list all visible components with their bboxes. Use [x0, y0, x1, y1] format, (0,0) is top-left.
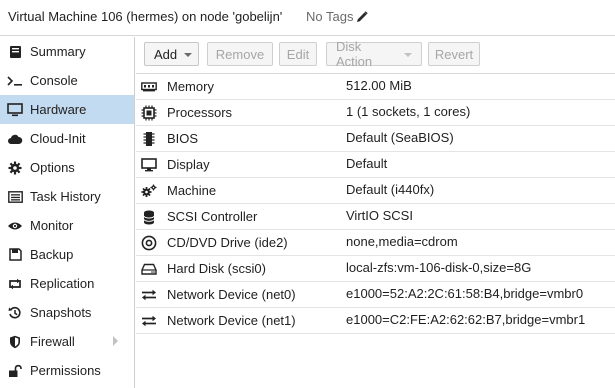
edit-button-label: Edit [286, 46, 310, 62]
table-row[interactable]: Machine Default (i440fx) [136, 178, 615, 204]
tags-label: No Tags [306, 9, 354, 24]
cloud-icon [6, 131, 24, 147]
unlock-icon [6, 363, 24, 379]
sidebar-item-options[interactable]: Options [0, 153, 134, 182]
table-row[interactable]: Processors 1 (1 sockets, 1 cores) [136, 100, 615, 126]
hardware-value: Default (i440fx) [346, 182, 435, 197]
sidebar-item-label: Snapshots [30, 305, 92, 320]
pencil-icon[interactable] [356, 10, 369, 23]
sidebar-item-replication[interactable]: Replication [0, 269, 134, 298]
hardware-value: 1 (1 sockets, 1 cores) [346, 104, 471, 119]
edit-button[interactable]: Edit [279, 42, 317, 66]
book-icon [6, 44, 24, 60]
sidebar-item-permissions[interactable]: Permissions [0, 356, 134, 385]
history-icon [6, 305, 24, 321]
sidebar-item-task-history[interactable]: Task History [0, 182, 134, 211]
table-row[interactable]: Hard Disk (scsi0) local-zfs:vm-106-disk-… [136, 256, 615, 282]
retweet-icon [6, 276, 24, 292]
exchange-icon [140, 312, 158, 330]
hardware-value: e1000=C2:FE:A2:62:62:B7,bridge=vmbr1 [346, 312, 586, 327]
hardware-name: Display [167, 157, 210, 172]
table-row[interactable]: Display Default [136, 152, 615, 178]
add-button-label: Add [154, 46, 178, 62]
page-title: Virtual Machine 106 (hermes) on node 'go… [8, 9, 283, 24]
exchange-icon [140, 286, 158, 304]
cdrom-icon [140, 234, 158, 252]
sidebar-item-label: Monitor [30, 218, 74, 233]
sidebar-item-label: Console [30, 73, 78, 88]
disk-action-button-label: Disk Action [336, 39, 373, 69]
hardware-name: SCSI Controller [167, 209, 258, 224]
table-row[interactable]: SCSI Controller VirtIO SCSI [136, 204, 615, 230]
sidebar-item-console[interactable]: Console [0, 66, 134, 95]
remove-button[interactable]: Remove [207, 42, 273, 66]
revert-button-label: Revert [434, 46, 474, 62]
hardware-value: local-zfs:vm-106-disk-0,size=8G [346, 260, 532, 275]
hdd-icon [140, 260, 158, 278]
hardware-name: Network Device (net1) [167, 313, 296, 328]
table-row[interactable]: BIOS Default (SeaBIOS) [136, 126, 615, 152]
hardware-value: Default (SeaBIOS) [346, 130, 454, 145]
eye-icon [6, 218, 24, 234]
cogs-icon [140, 182, 158, 200]
hardware-name: Machine [167, 183, 217, 198]
microchip-icon [140, 130, 158, 148]
hardware-value: VirtIO SCSI [346, 208, 413, 223]
sidebar-item-label: Task History [30, 189, 101, 204]
hardware-table: Memory 512.00 MiB Processors 1 (1 socket… [136, 74, 615, 334]
shield-icon [6, 334, 24, 350]
sidebar-item-summary[interactable]: Summary [0, 37, 134, 66]
table-row[interactable]: Network Device (net1) e1000=C2:FE:A2:62:… [136, 308, 615, 334]
sidebar-item-firewall[interactable]: Firewall [0, 327, 134, 356]
hardware-name: Network Device (net0) [167, 287, 296, 302]
floppy-icon [6, 247, 24, 263]
chevron-down-icon [184, 53, 193, 57]
terminal-icon [6, 73, 24, 89]
hardware-name: Processors [167, 105, 233, 120]
sidebar-item-label: Permissions [30, 363, 101, 378]
monitor-icon [6, 102, 24, 118]
disk-action-button[interactable]: Disk Action [326, 39, 422, 69]
sidebar-item-hardware[interactable]: Hardware [0, 95, 134, 124]
list-icon [6, 189, 24, 205]
hardware-value: e1000=52:A2:2C:61:58:B4,bridge=vmbr0 [346, 286, 584, 301]
memory-icon [140, 78, 158, 96]
sidebar-item-backup[interactable]: Backup [0, 240, 134, 269]
sidebar-item-label: Replication [30, 276, 95, 291]
sidebar-item-cloud-init[interactable]: Cloud-Init [0, 124, 134, 153]
hardware-name: Hard Disk (scsi0) [167, 261, 266, 276]
sidebar-item-label: Cloud-Init [30, 131, 86, 146]
hardware-value: 512.00 MiB [346, 78, 412, 93]
sidebar-item-monitor[interactable]: Monitor [0, 211, 134, 240]
title-bar: Virtual Machine 106 (hermes) on node 'go… [0, 0, 615, 36]
database-icon [140, 208, 158, 226]
desktop-icon [140, 156, 158, 174]
hardware-name: CD/DVD Drive (ide2) [167, 235, 288, 250]
hardware-name: Memory [167, 79, 214, 94]
toolbar: Add Remove Edit Disk Action Revert [136, 37, 615, 74]
add-button[interactable]: Add [144, 42, 200, 66]
hardware-value: none,media=cdrom [346, 234, 458, 249]
revert-button[interactable]: Revert [428, 42, 480, 66]
sidebar-item-label: Options [30, 160, 75, 175]
sidebar-item-snapshots[interactable]: Snapshots [0, 298, 134, 327]
gear-icon [6, 160, 24, 176]
sidebar: Summary Console Hardware Cloud-Init Opti… [0, 37, 135, 388]
table-row[interactable]: Network Device (net0) e1000=52:A2:2C:61:… [136, 282, 615, 308]
hardware-name: BIOS [167, 131, 199, 146]
cpu-icon [140, 104, 158, 122]
remove-button-label: Remove [215, 46, 265, 62]
sidebar-item-label: Hardware [30, 102, 87, 117]
tags-editor[interactable]: No Tags [306, 9, 369, 24]
table-row[interactable]: Memory 512.00 MiB [136, 74, 615, 100]
hardware-value: Default [346, 156, 388, 171]
sidebar-item-label: Firewall [30, 334, 75, 349]
submenu-arrow-icon[interactable] [113, 336, 118, 346]
table-row[interactable]: CD/DVD Drive (ide2) none,media=cdrom [136, 230, 615, 256]
sidebar-item-label: Summary [30, 44, 86, 59]
chevron-down-icon [404, 53, 412, 57]
sidebar-item-label: Backup [30, 247, 74, 262]
